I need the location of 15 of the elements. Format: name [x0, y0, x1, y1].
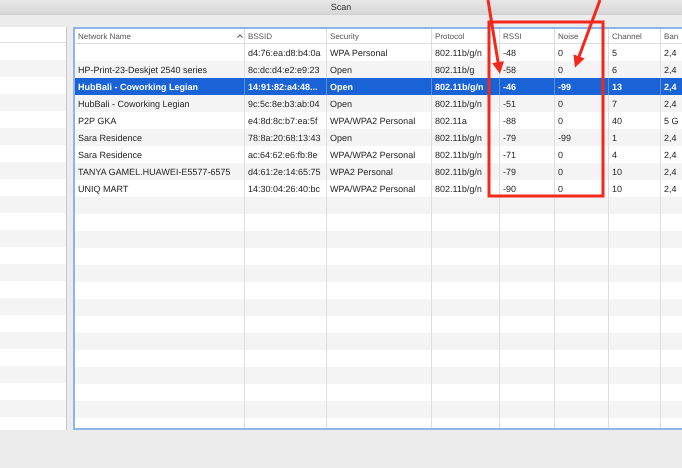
column-header[interactable]: Protocol — [432, 29, 500, 43]
column-header[interactable]: Network Name — [75, 29, 245, 43]
table-row[interactable]: HP-Print-23-Deskjet 2540 series 8c:dc:d4:e2:e9:23 Open 802.11b/g -58 0 6 2,4 — [75, 61, 682, 78]
sort-caret-icon — [237, 34, 243, 38]
column-header[interactable]: BSSID — [245, 29, 327, 43]
column-header[interactable]: Noise — [555, 29, 609, 43]
column-header[interactable]: Channel — [609, 29, 661, 43]
window-title: Scan — [330, 2, 352, 12]
column-header[interactable]: Security — [327, 29, 432, 43]
table-row[interactable]: Sara Residence 78:8a:20:68:13:43 Open 802.11b/g/n -79 -99 1 2,4 — [75, 129, 682, 146]
column-header[interactable]: Ban — [661, 29, 682, 43]
column-header[interactable]: RSSI — [500, 29, 555, 43]
table-row[interactable]: TANYA GAMEL.HUAWEI-E5577-6575 d4:61:2e:14:65:75 WPA2 Personal 802.11b/g/n -79 0 10 2,4 — [75, 163, 682, 180]
selected-table-row[interactable]: HubBali - Coworking Legian 14:91:82:a4:48... Open 802.11b/g/n -46 -99 13 2,4 — [75, 78, 682, 95]
table-row[interactable]: HubBali - Coworking Legian 9c:5c:8e:b3:ab:04 Open 802.11b/g/n -51 0 7 2,4 — [75, 95, 682, 112]
